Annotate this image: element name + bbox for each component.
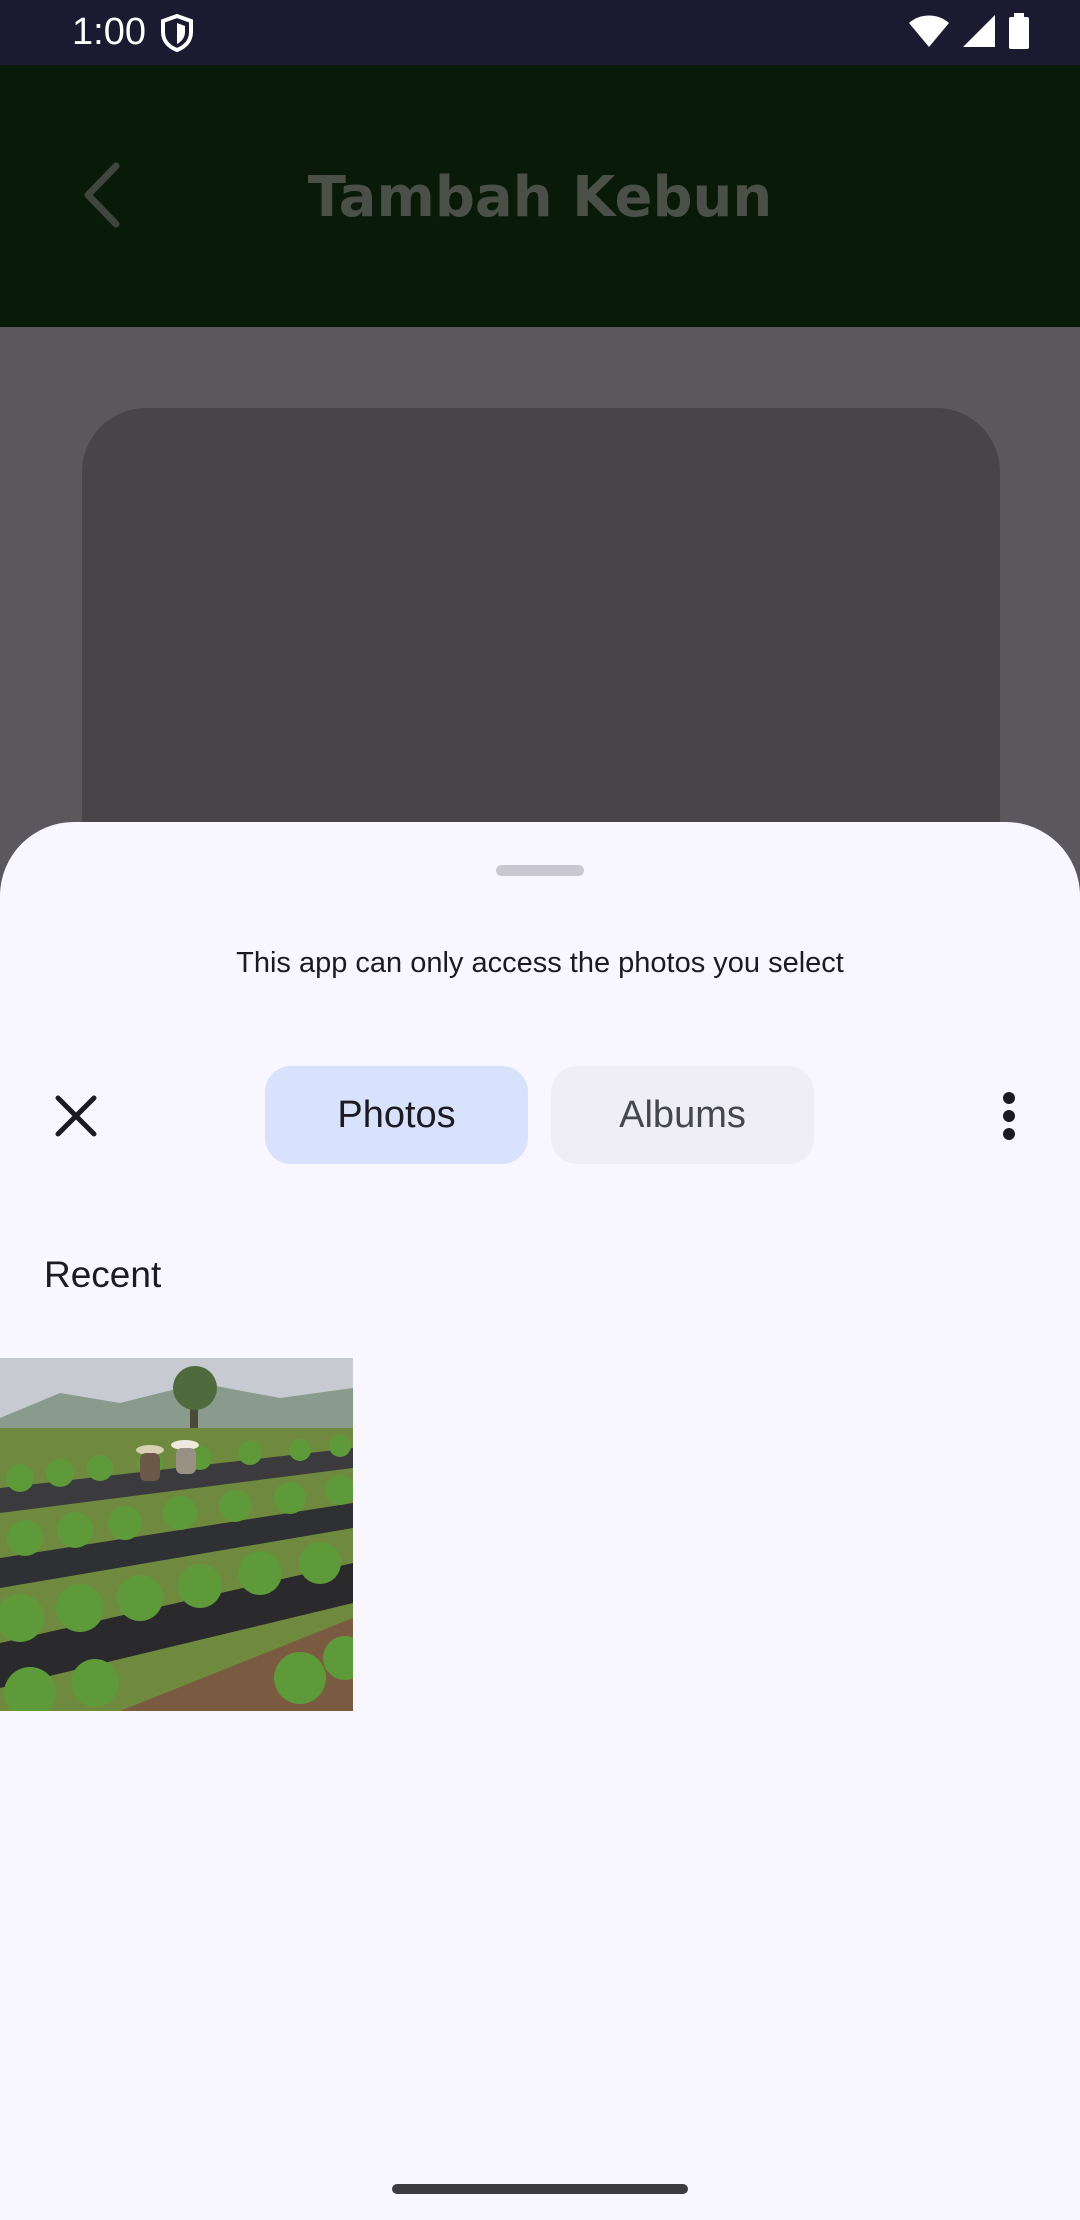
photo-thumbnail[interactable] xyxy=(0,1358,353,1711)
page-title: Tambah Kebun xyxy=(307,165,773,230)
tab-albums-label: Albums xyxy=(619,1093,746,1136)
status-icons xyxy=(908,12,1030,54)
photo-picker-sheet: This app can only access the photos you … xyxy=(0,822,1080,2220)
tab-photos-label: Photos xyxy=(337,1093,456,1136)
shield-icon xyxy=(160,13,194,53)
battery-icon xyxy=(1008,12,1030,54)
close-button[interactable] xyxy=(46,1088,106,1148)
picker-message: This app can only access the photos you … xyxy=(236,947,844,979)
drag-handle[interactable] xyxy=(496,865,584,876)
status-time: 1:00 xyxy=(72,11,146,53)
cellular-signal-icon xyxy=(962,14,996,53)
wifi-icon xyxy=(908,14,950,53)
status-bar: 1:00 xyxy=(0,0,1080,65)
tab-photos[interactable]: Photos xyxy=(265,1066,528,1164)
section-label-recent: Recent xyxy=(44,1254,162,1295)
gesture-nav-handle[interactable] xyxy=(392,2184,688,2194)
close-icon xyxy=(54,1094,98,1143)
tab-albums[interactable]: Albums xyxy=(551,1066,814,1164)
farm-photo-image xyxy=(0,1358,353,1711)
more-vert-icon xyxy=(1002,1091,1016,1145)
more-options-button[interactable] xyxy=(984,1088,1034,1148)
